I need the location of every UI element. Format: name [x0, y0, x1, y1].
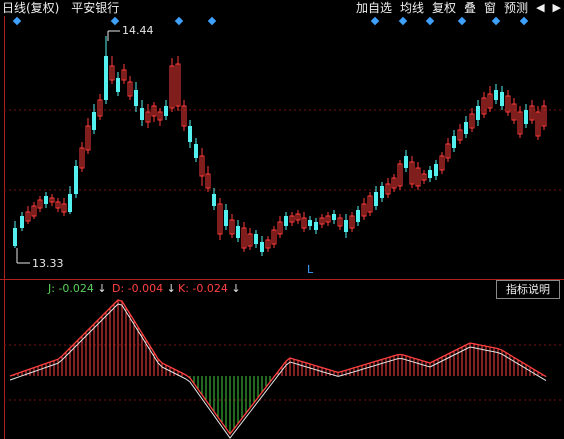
down-arrow-icon: ↓	[231, 282, 241, 295]
candle-body	[476, 106, 480, 120]
candle-body	[224, 210, 228, 226]
candle-body	[13, 228, 17, 246]
indicator-header: J: -0.024 ↓ D: -0.004 ↓ K: -0.024 ↓	[0, 280, 564, 298]
candle-body	[260, 242, 264, 252]
k-value-label: K: -0.024 ↓	[178, 282, 241, 295]
down-arrow-icon: ↓	[97, 282, 107, 295]
candle-body	[20, 216, 24, 228]
high-price-label: 14.44	[122, 24, 154, 37]
candlestick-chart[interactable]: 14.44 13.33 L	[0, 16, 564, 279]
add-watchlist-button[interactable]: 加自选	[355, 0, 393, 16]
candle-body	[308, 220, 312, 226]
candle-body	[188, 126, 192, 142]
candle-body	[404, 156, 408, 168]
candle-body	[164, 106, 168, 116]
candle-body	[44, 196, 48, 204]
candle-body	[284, 216, 288, 226]
candle-body	[254, 234, 258, 244]
prev-arrow-icon[interactable]: ◀	[535, 0, 545, 16]
window-button[interactable]: 窗	[483, 0, 497, 16]
candle-body	[134, 90, 138, 106]
candle-body	[236, 226, 240, 238]
title-left: 日线(复权) 平安银行	[2, 0, 127, 16]
candle-body	[140, 108, 144, 120]
candle-body	[68, 194, 72, 212]
candle-body	[380, 186, 384, 198]
next-arrow-icon[interactable]: ▶	[552, 0, 562, 16]
candle-body	[374, 192, 378, 206]
candle-body	[104, 56, 108, 100]
candle-body	[74, 166, 78, 194]
candle-body	[332, 214, 336, 220]
candle-body	[92, 112, 96, 130]
period-label[interactable]: 日线(复权)	[2, 1, 59, 15]
forecast-button[interactable]: 预测	[503, 0, 529, 16]
adjust-price-button[interactable]: 复权	[431, 0, 457, 16]
candle-body	[524, 110, 528, 124]
candle-body	[452, 136, 456, 148]
indicator-help-button[interactable]: 指标说明	[496, 280, 560, 299]
histogram-group	[13, 300, 547, 434]
candle-body	[428, 170, 432, 178]
d-value-label: D: -0.004 ↓	[112, 282, 176, 295]
candle-body	[116, 78, 120, 92]
candles-group	[13, 36, 547, 256]
low-price-label: 13.33	[32, 257, 64, 270]
down-arrow-icon: ↓	[166, 282, 176, 295]
moving-average-button[interactable]: 均线	[399, 0, 425, 16]
candle-body	[500, 92, 504, 106]
low-marker-label: L	[307, 263, 314, 276]
candle-body	[494, 90, 498, 100]
stock-name: 平安银行	[71, 1, 120, 15]
title-bar: 日线(复权) 平安银行 加自选 均线 复权 叠 窗 预测 ◀ ▶	[0, 0, 564, 16]
candle-body	[194, 144, 198, 158]
overlay-button[interactable]: 叠	[463, 0, 477, 16]
candle-body	[314, 222, 318, 230]
j-value-label: J: -0.024 ↓	[48, 282, 107, 295]
candle-body	[344, 220, 348, 232]
candle-body	[464, 122, 468, 134]
candle-body	[212, 194, 216, 206]
toolbar: 加自选 均线 复权 叠 窗 预测 ◀ ▶	[355, 0, 562, 16]
candle-body	[434, 164, 438, 176]
candle-body	[356, 210, 360, 222]
indicator-chart[interactable]	[0, 298, 564, 439]
